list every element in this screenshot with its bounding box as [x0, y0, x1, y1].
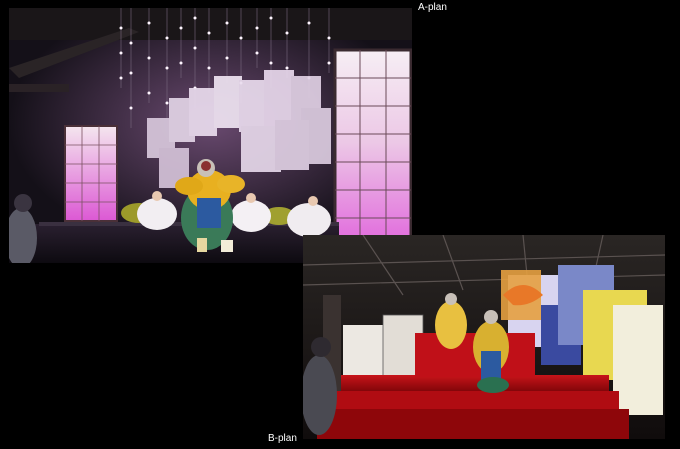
- rendering-b-plan: [303, 235, 665, 439]
- rendering-a-plan: [9, 8, 412, 263]
- caption-b-plan: B-plan: [268, 433, 297, 444]
- caption-a-plan: A-plan: [418, 2, 447, 13]
